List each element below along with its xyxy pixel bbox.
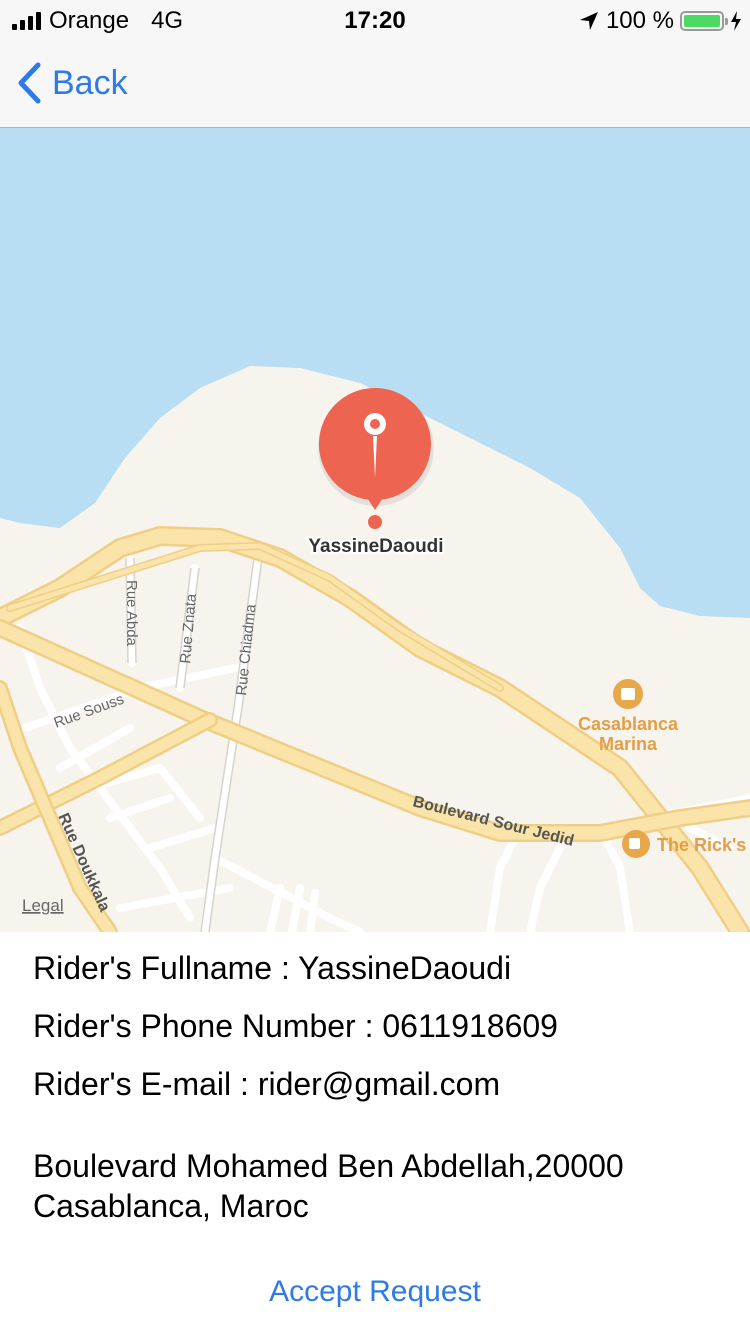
status-right: 100 % [578, 7, 742, 35]
street-label-rue-abda: Rue Abda [123, 580, 140, 647]
navigation-bar: Back [0, 40, 750, 128]
battery-icon [680, 11, 728, 31]
location-arrow-icon [579, 12, 598, 30]
map-canvas[interactable]: Rue Abda Rue Znata Rue Chiadma Rue Souss… [0, 128, 750, 932]
poi-marina-line2: Marina [599, 734, 658, 754]
legal-link[interactable]: Legal [22, 896, 64, 915]
rider-address: Boulevard Mohamed Ben Abdellah,20000 Cas… [33, 1146, 723, 1226]
map-view[interactable]: Rue Abda Rue Znata Rue Chiadma Rue Souss… [0, 128, 750, 932]
address-line1: Boulevard Mohamed Ben Abdellah,20000 [33, 1148, 624, 1184]
address-line2: Casablanca, Maroc [33, 1188, 309, 1224]
back-label: Back [52, 63, 128, 102]
poi-the-ricks[interactable]: The Rick's [622, 830, 746, 858]
chevron-left-icon [18, 62, 41, 104]
charging-bolt-icon [731, 11, 741, 31]
pin-label: YassineDaoudi [308, 536, 443, 557]
status-bar: Orange 4G 17:20 100 % [0, 0, 750, 40]
poi-marina-line1: Casablanca [578, 714, 679, 734]
pin-dot [368, 515, 382, 529]
battery-fill [684, 15, 720, 27]
accept-request-button[interactable]: Accept Request [0, 1275, 750, 1309]
back-button[interactable]: Back [16, 62, 128, 104]
rider-phone: Rider's Phone Number : 0611918609 [33, 1008, 558, 1044]
rider-fullname: Rider's Fullname : YassineDaoudi [33, 950, 512, 986]
poi-ricks-label: The Rick's [657, 835, 746, 855]
battery-percent: 100 % [605, 7, 674, 34]
rider-email: Rider's E-mail : rider@gmail.com [33, 1066, 501, 1102]
